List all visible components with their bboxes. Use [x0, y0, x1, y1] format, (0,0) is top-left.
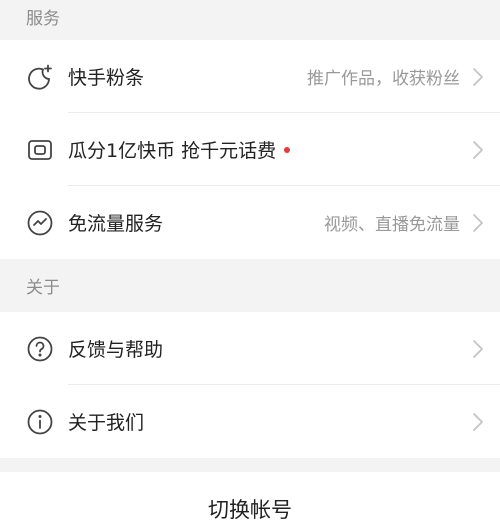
- chevron-right-icon: [466, 211, 490, 235]
- section-title-service: 服务: [26, 9, 60, 29]
- about-group: 反馈与帮助 关于我们: [0, 312, 500, 458]
- section-title-about: 关于: [26, 278, 60, 298]
- info-circle-icon: [26, 408, 54, 436]
- menu-item-hint: 推广作品，收获粉丝: [307, 69, 460, 89]
- menu-item-free-data[interactable]: 免流量服务 视频、直播免流量: [0, 186, 500, 259]
- menu-item-kuaibi-promo[interactable]: 瓜分1亿快币 抢千元话费: [0, 113, 500, 186]
- menu-item-about-us[interactable]: 关于我们: [0, 385, 500, 458]
- menu-item-hint: 视频、直播免流量: [324, 215, 460, 235]
- menu-item-kuaishou-fentiao[interactable]: 快手粉条 推广作品，收获粉丝: [0, 40, 500, 113]
- section-header-about: 关于: [0, 259, 500, 312]
- chevron-right-icon: [466, 65, 490, 89]
- section-header-service: 服务: [0, 0, 500, 40]
- menu-item-label: 反馈与帮助: [68, 339, 164, 361]
- switch-account-label: 切换帐号: [208, 498, 292, 522]
- sparkle-moon-icon: [26, 63, 54, 91]
- menu-item-label: 免流量服务: [68, 213, 164, 235]
- chevron-right-icon: [466, 337, 490, 361]
- question-circle-icon: [26, 335, 54, 363]
- chevron-right-icon: [466, 410, 490, 434]
- wave-circle-icon: [26, 209, 54, 237]
- menu-item-label: 瓜分1亿快币 抢千元话费: [68, 140, 277, 162]
- new-badge-dot: [284, 146, 291, 153]
- chevron-right-icon: [466, 138, 490, 162]
- menu-item-feedback-help[interactable]: 反馈与帮助: [0, 312, 500, 385]
- coin-card-icon: [26, 136, 54, 164]
- service-group: 快手粉条 推广作品，收获粉丝 瓜分1亿快币 抢千元话费 免流量服务 视频、直播免…: [0, 40, 500, 259]
- switch-account-button[interactable]: 切换帐号: [0, 472, 500, 532]
- menu-item-label: 关于我们: [68, 412, 145, 434]
- menu-item-label: 快手粉条: [68, 67, 145, 89]
- section-gap: [0, 458, 500, 472]
